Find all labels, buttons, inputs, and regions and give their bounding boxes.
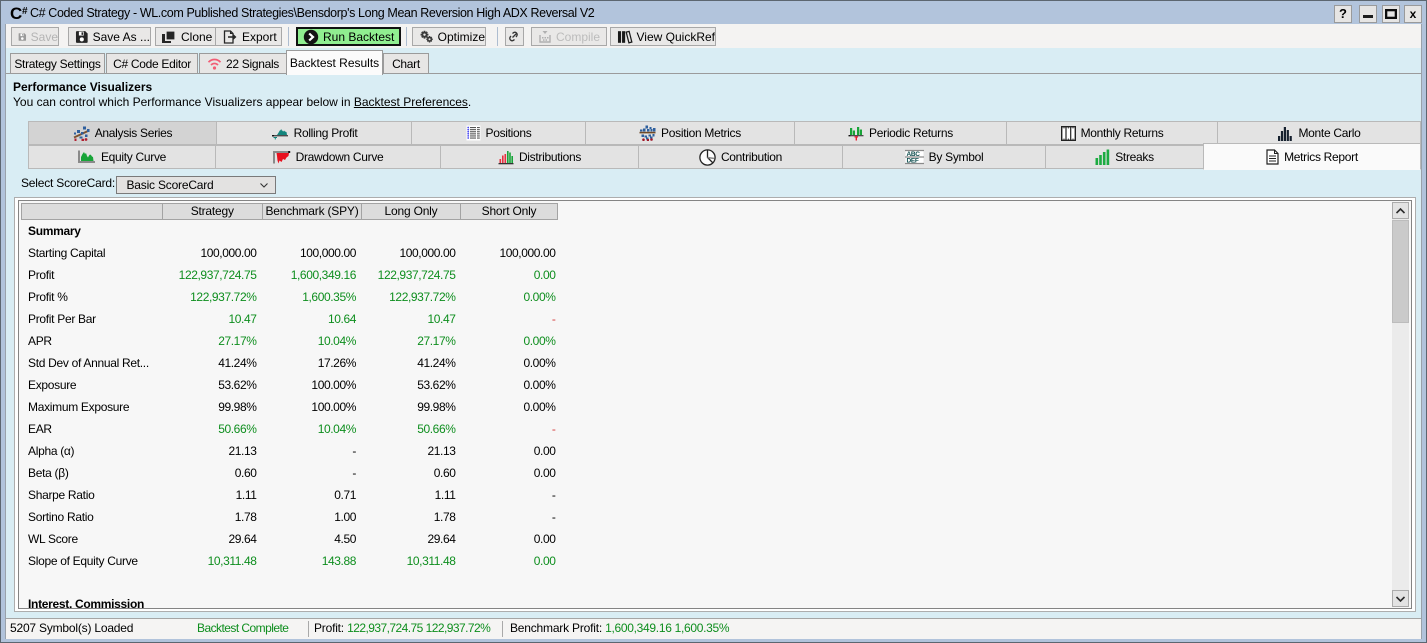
svg-text:DEF: DEF	[906, 158, 918, 165]
svg-text:#: #	[22, 6, 28, 17]
svg-text:C: C	[10, 4, 22, 22]
